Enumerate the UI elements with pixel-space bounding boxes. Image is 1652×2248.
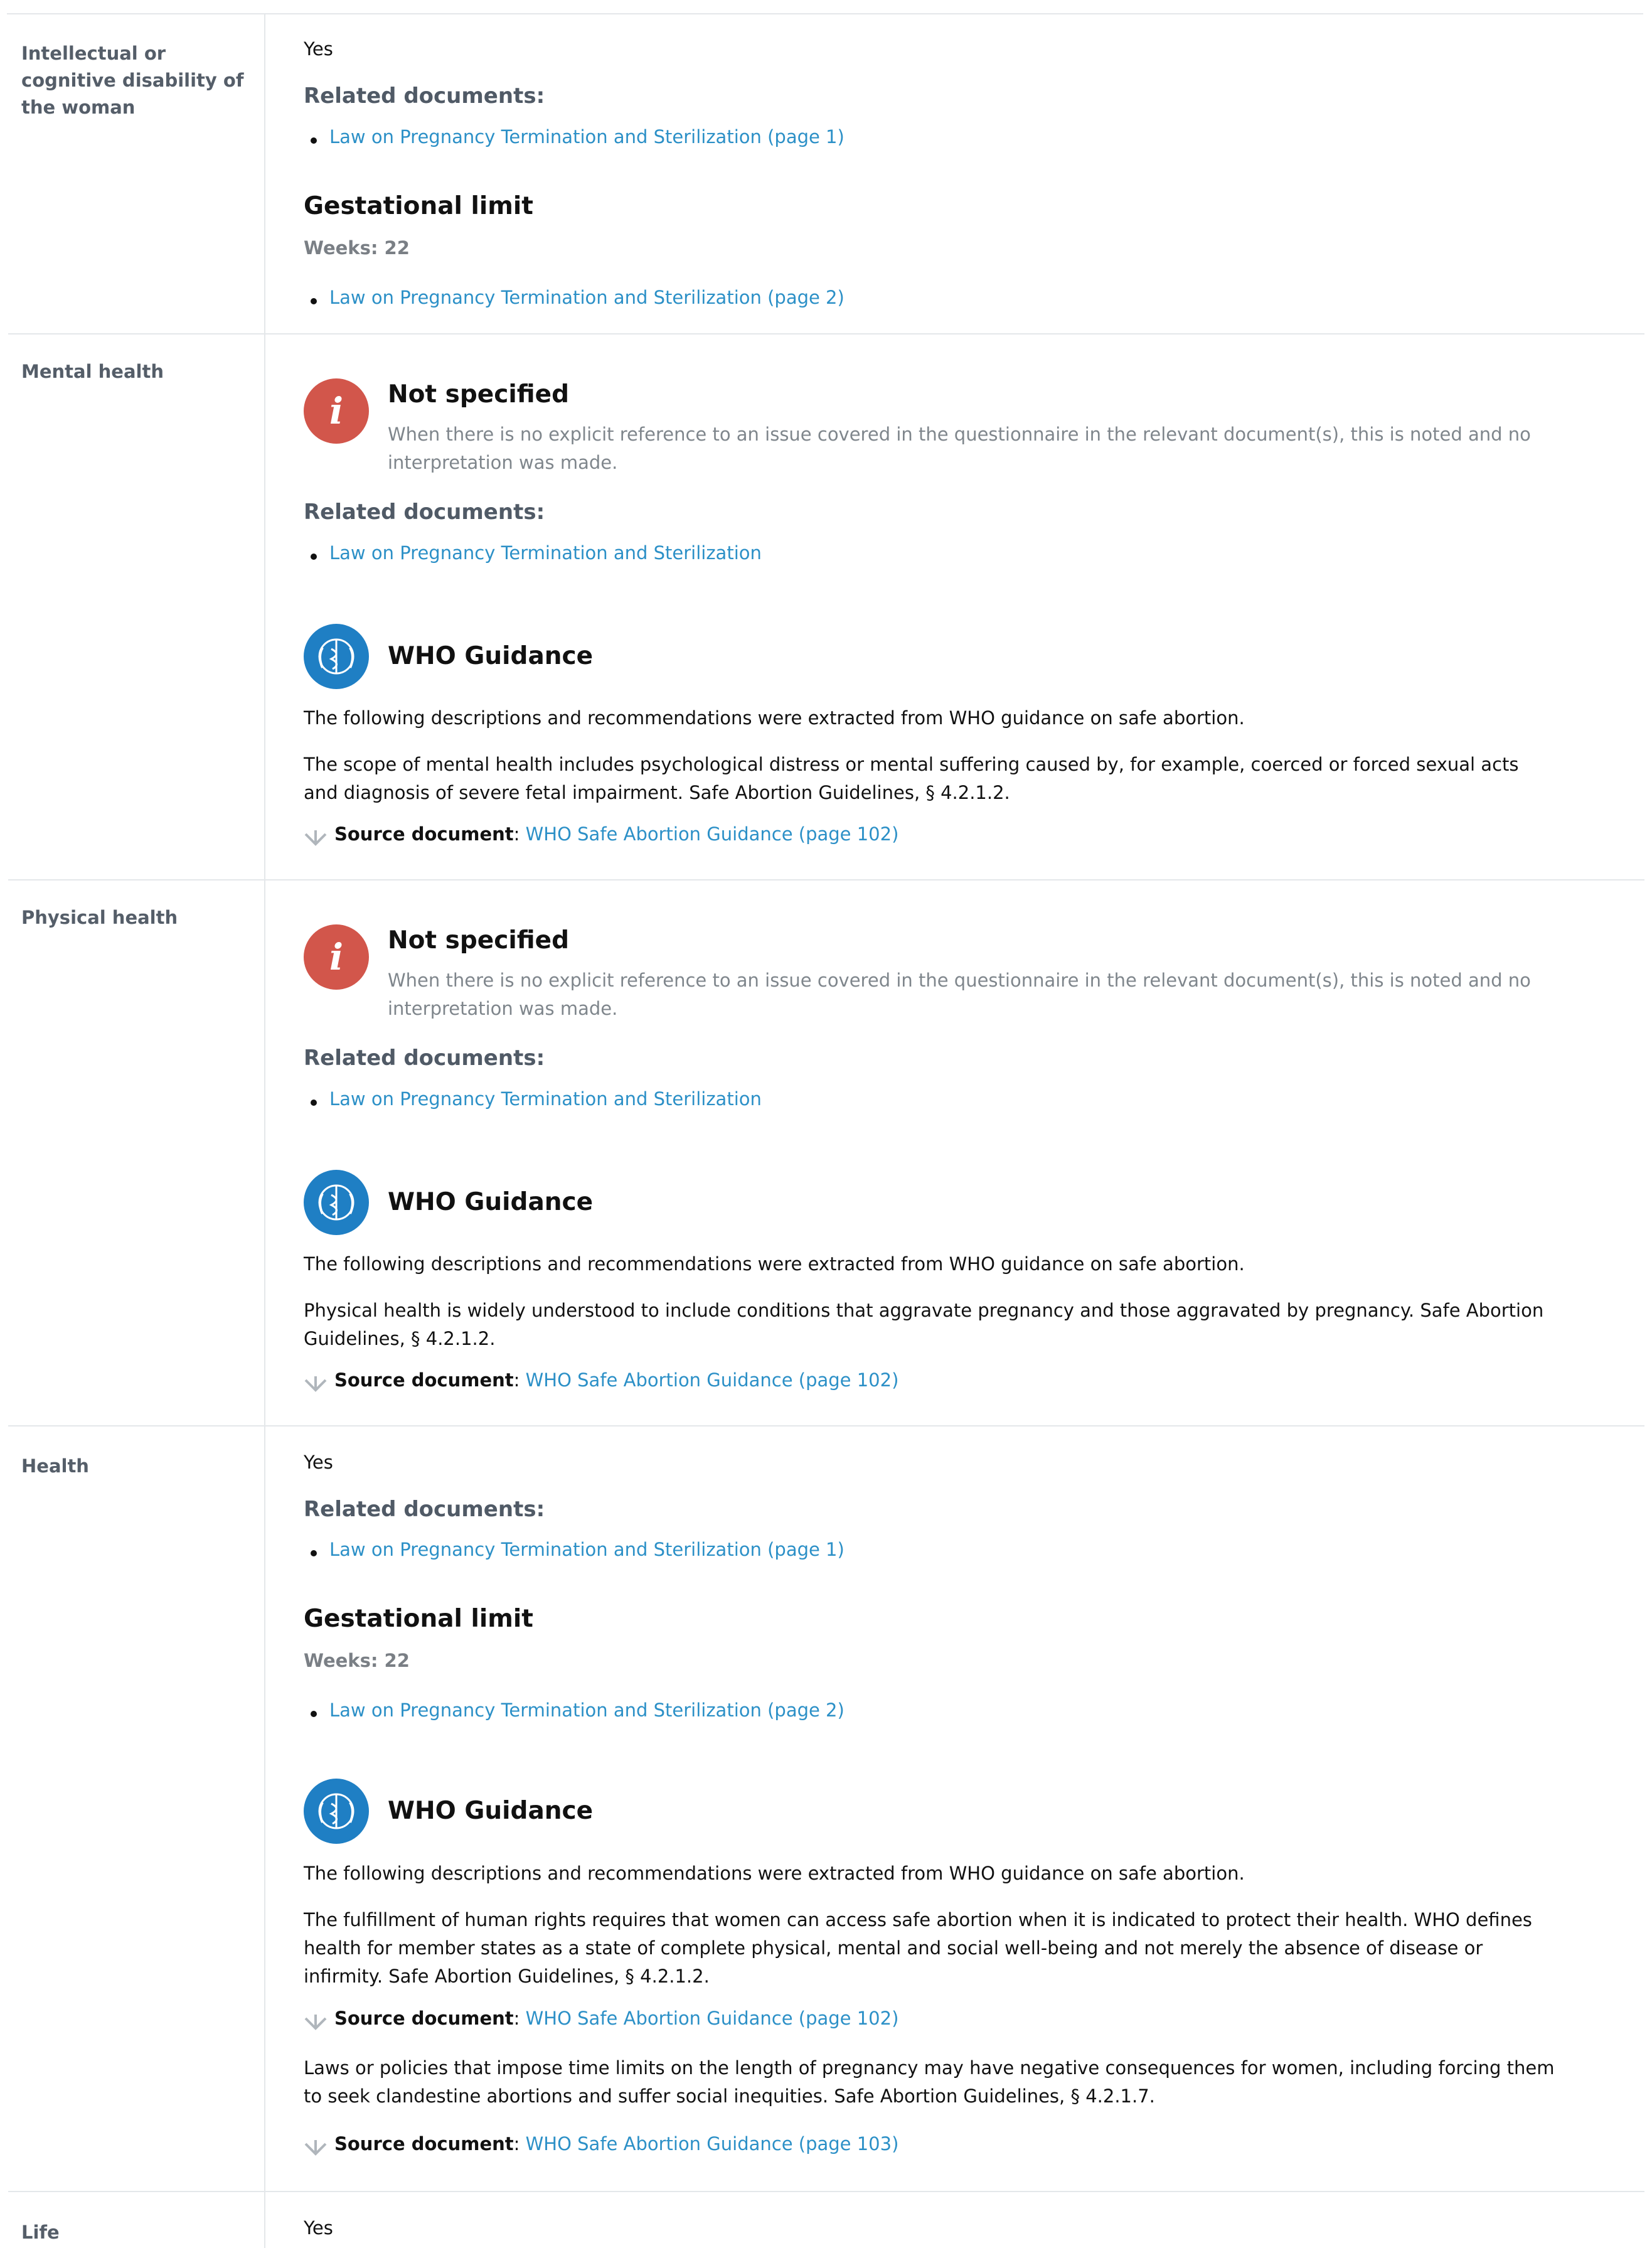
source-document-link[interactable]: WHO Safe Abortion Guidance (page 102) [526,1369,899,1391]
not-specified-description: When there is no explicit reference to a… [388,970,1531,1019]
who-guidance-title: WHO Guidance [388,1188,594,1216]
row-label-cell: Life [8,2192,265,2248]
row-label: Intellectual or cognitive disability of … [21,43,244,118]
who-guidance-text: The fulfillment of human rights requires… [304,1909,1532,1987]
arrow-down-icon [304,1376,327,1392]
list-bullet [311,298,317,304]
answer-value: Yes [304,38,333,60]
who-emblem-icon [304,624,369,689]
not-specified-title: Not specified [388,926,569,955]
who-guidance-intro: The following descriptions and recommend… [304,707,1245,729]
source-document: Source document: WHO Safe Abortion Guida… [334,2008,898,2029]
related-document-link[interactable]: Law on Pregnancy Termination and Sterili… [329,542,762,564]
info-icon: i [304,378,369,444]
row-label-cell: Physical health [8,880,265,1425]
who-guidance-intro: The following descriptions and recommend… [304,1863,1245,1884]
gestational-weeks: Weeks: 22 [304,237,410,259]
related-document-link[interactable]: Law on Pregnancy Termination and Sterili… [329,126,845,147]
gestational-limit-heading: Gestational limit [304,1605,533,1633]
related-documents-heading: Related documents: [304,1497,545,1522]
who-guidance-title: WHO Guidance [388,642,594,670]
gestational-document-link[interactable]: Law on Pregnancy Termination and Sterili… [329,1699,845,1721]
row-label: Mental health [21,361,164,382]
list-bullet [311,137,317,144]
who-guidance-text: Laws or policies that impose time limits… [304,2057,1555,2107]
source-document: Source document: WHO Safe Abortion Guida… [334,2133,898,2154]
who-guidance-text: The scope of mental health includes psyc… [304,754,1519,803]
list-bullet [311,1711,317,1717]
source-separator: : [513,2133,526,2154]
gestational-limit-heading: Gestational limit [304,192,533,220]
row-label-cell: Intellectual or cognitive disability of … [8,14,265,333]
source-label: Source document [334,2008,514,2029]
answer-value: Yes [304,2217,333,2239]
list-bullet [311,1100,317,1106]
related-documents-heading: Related documents: [304,500,545,525]
answer-value: Yes [304,1452,333,1473]
source-label: Source document [334,823,514,845]
source-document: Source document: WHO Safe Abortion Guida… [334,1369,898,1391]
row-label: Life [21,2222,60,2243]
not-specified-description: When there is no explicit reference to a… [388,424,1531,473]
source-separator: : [513,1369,526,1391]
row-label-cell: Mental health [8,335,265,879]
not-specified-title: Not specified [388,380,569,409]
list-bullet [311,1550,317,1556]
related-documents-heading: Related documents: [304,83,545,109]
who-emblem-icon [304,1170,369,1235]
related-documents-heading: Related documents: [304,1046,545,1071]
who-guidance-intro: The following descriptions and recommend… [304,1253,1245,1275]
table-row-physical-health: Physical health i Not specified When the… [8,880,1644,1426]
page: Intellectual or cognitive disability of … [0,0,1652,2248]
row-label: Health [21,1455,89,1477]
arrow-down-icon [304,830,327,846]
who-emblem-icon [304,1779,369,1844]
source-document-link[interactable]: WHO Safe Abortion Guidance (page 102) [526,823,899,845]
source-document-link[interactable]: WHO Safe Abortion Guidance (page 102) [526,2008,899,2029]
source-document: Source document: WHO Safe Abortion Guida… [334,823,898,845]
source-document-link[interactable]: WHO Safe Abortion Guidance (page 103) [526,2133,899,2154]
arrow-down-icon [304,2015,327,2030]
table-row-health: Health Yes Related documents: Law on Pre… [8,1426,1644,2192]
source-separator: : [513,823,526,845]
arrow-down-icon [304,2140,327,2156]
gestational-document-link[interactable]: Law on Pregnancy Termination and Sterili… [329,287,845,308]
source-separator: : [513,2008,526,2029]
source-label: Source document [334,2133,514,2154]
row-label: Physical health [21,907,178,928]
table-row-life: Life Yes [8,2192,1644,2248]
table-row-intellectual: Intellectual or cognitive disability of … [8,14,1644,335]
row-label-cell: Health [8,1426,265,2191]
related-document-link[interactable]: Law on Pregnancy Termination and Sterili… [329,1539,845,1560]
who-guidance-title: WHO Guidance [388,1797,594,1825]
table-row-mental-health: Mental health i Not specified When there… [8,335,1644,880]
who-guidance-text: Physical health is widely understood to … [304,1300,1544,1349]
gestational-weeks: Weeks: 22 [304,1650,410,1671]
list-bullet [311,554,317,560]
source-label: Source document [334,1369,514,1391]
info-icon: i [304,924,369,990]
related-document-link[interactable]: Law on Pregnancy Termination and Sterili… [329,1088,762,1110]
